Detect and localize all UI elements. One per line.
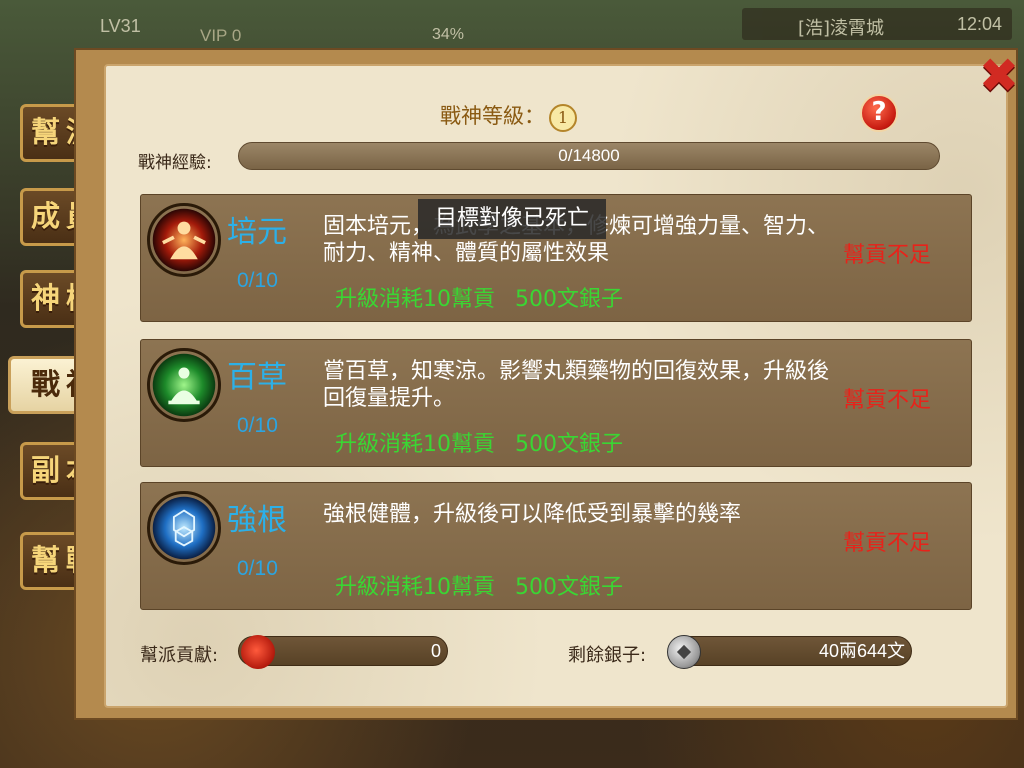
title-label: 戰神等級：: [440, 104, 545, 128]
skill-name: 百草: [227, 360, 287, 395]
meditation-herb-icon: [147, 348, 221, 422]
top-hud: LV31 VIP 0 34% [浩]淩霄城 12:04: [0, 0, 1024, 46]
skill-cost: 升級消耗10幫貢 500文銀子: [335, 426, 643, 458]
cost-silver: 500文銀子: [515, 575, 623, 600]
skill-status: 幫貢不足: [843, 388, 932, 413]
silver-coin-icon: [667, 635, 701, 669]
silver-label: 剩餘銀子:: [568, 645, 647, 666]
cost-silver: 500文銀子: [515, 432, 623, 457]
help-button[interactable]: ?: [860, 94, 898, 132]
close-button[interactable]: ✖: [976, 52, 1022, 102]
cost-silver: 500文銀子: [515, 287, 623, 312]
contribution-bag-icon: [241, 635, 275, 669]
war-god-level-title: 戰神等級： 1: [440, 100, 620, 132]
skill-name: 強根: [227, 503, 287, 538]
cost-contribution: 升級消耗10幫貢: [335, 432, 495, 457]
skill-card-qianggen[interactable]: 強根 0/10 強根健體，升級後可以降低受到暴擊的幾率 升級消耗10幫貢 500文…: [140, 482, 972, 610]
meditation-fire-icon: [147, 203, 221, 277]
player-level: LV31: [100, 16, 141, 36]
contribution-bar: 0: [238, 635, 448, 669]
skill-status: 幫貢不足: [843, 531, 932, 556]
skill-cost: 升級消耗10幫貢 500文銀子: [335, 281, 643, 313]
exp-label: 戰神經驗:: [138, 153, 212, 173]
toast-message: 目標對像已死亡: [418, 199, 606, 239]
cost-contribution: 升級消耗10幫貢: [335, 575, 495, 600]
vip-level[interactable]: VIP 0: [200, 26, 241, 46]
skill-level: 0/10: [237, 414, 278, 437]
level-badge: 1: [549, 104, 577, 132]
contribution-value: 0: [430, 641, 441, 661]
exp-progress-bar: 0/14800: [238, 142, 940, 170]
exp-value: 0/14800: [558, 146, 620, 165]
silver-bar: 40兩644文: [667, 635, 912, 669]
skill-cost: 升級消耗10幫貢 500文銀子: [335, 569, 643, 601]
skill-level: 0/10: [237, 557, 278, 580]
skill-level: 0/10: [237, 269, 278, 292]
skill-name: 培元: [227, 215, 287, 250]
exp-percent: 34%: [432, 26, 465, 43]
location-name: [浩]淩霄城: [798, 18, 885, 39]
location-bar: [浩]淩霄城 12:04: [742, 8, 1012, 40]
turtle-shell-icon: [147, 491, 221, 565]
skill-description: 嘗百草，知寒涼。影響丸類藥物的回復效果，升級後回復量提升。: [323, 359, 830, 411]
silver-value: 40兩644文: [818, 641, 905, 661]
skill-description: 強根健體，升級後可以降低受到暴擊的幾率: [323, 502, 742, 527]
contribution-label: 幫派貢獻:: [140, 645, 219, 666]
clock: 12:04: [956, 14, 1002, 34]
cost-contribution: 升級消耗10幫貢: [335, 287, 495, 312]
skill-card-baicao[interactable]: 百草 0/10 嘗百草，知寒涼。影響丸類藥物的回復效果，升級後回復量提升。 升級…: [140, 339, 972, 467]
skill-status: 幫貢不足: [843, 243, 932, 268]
